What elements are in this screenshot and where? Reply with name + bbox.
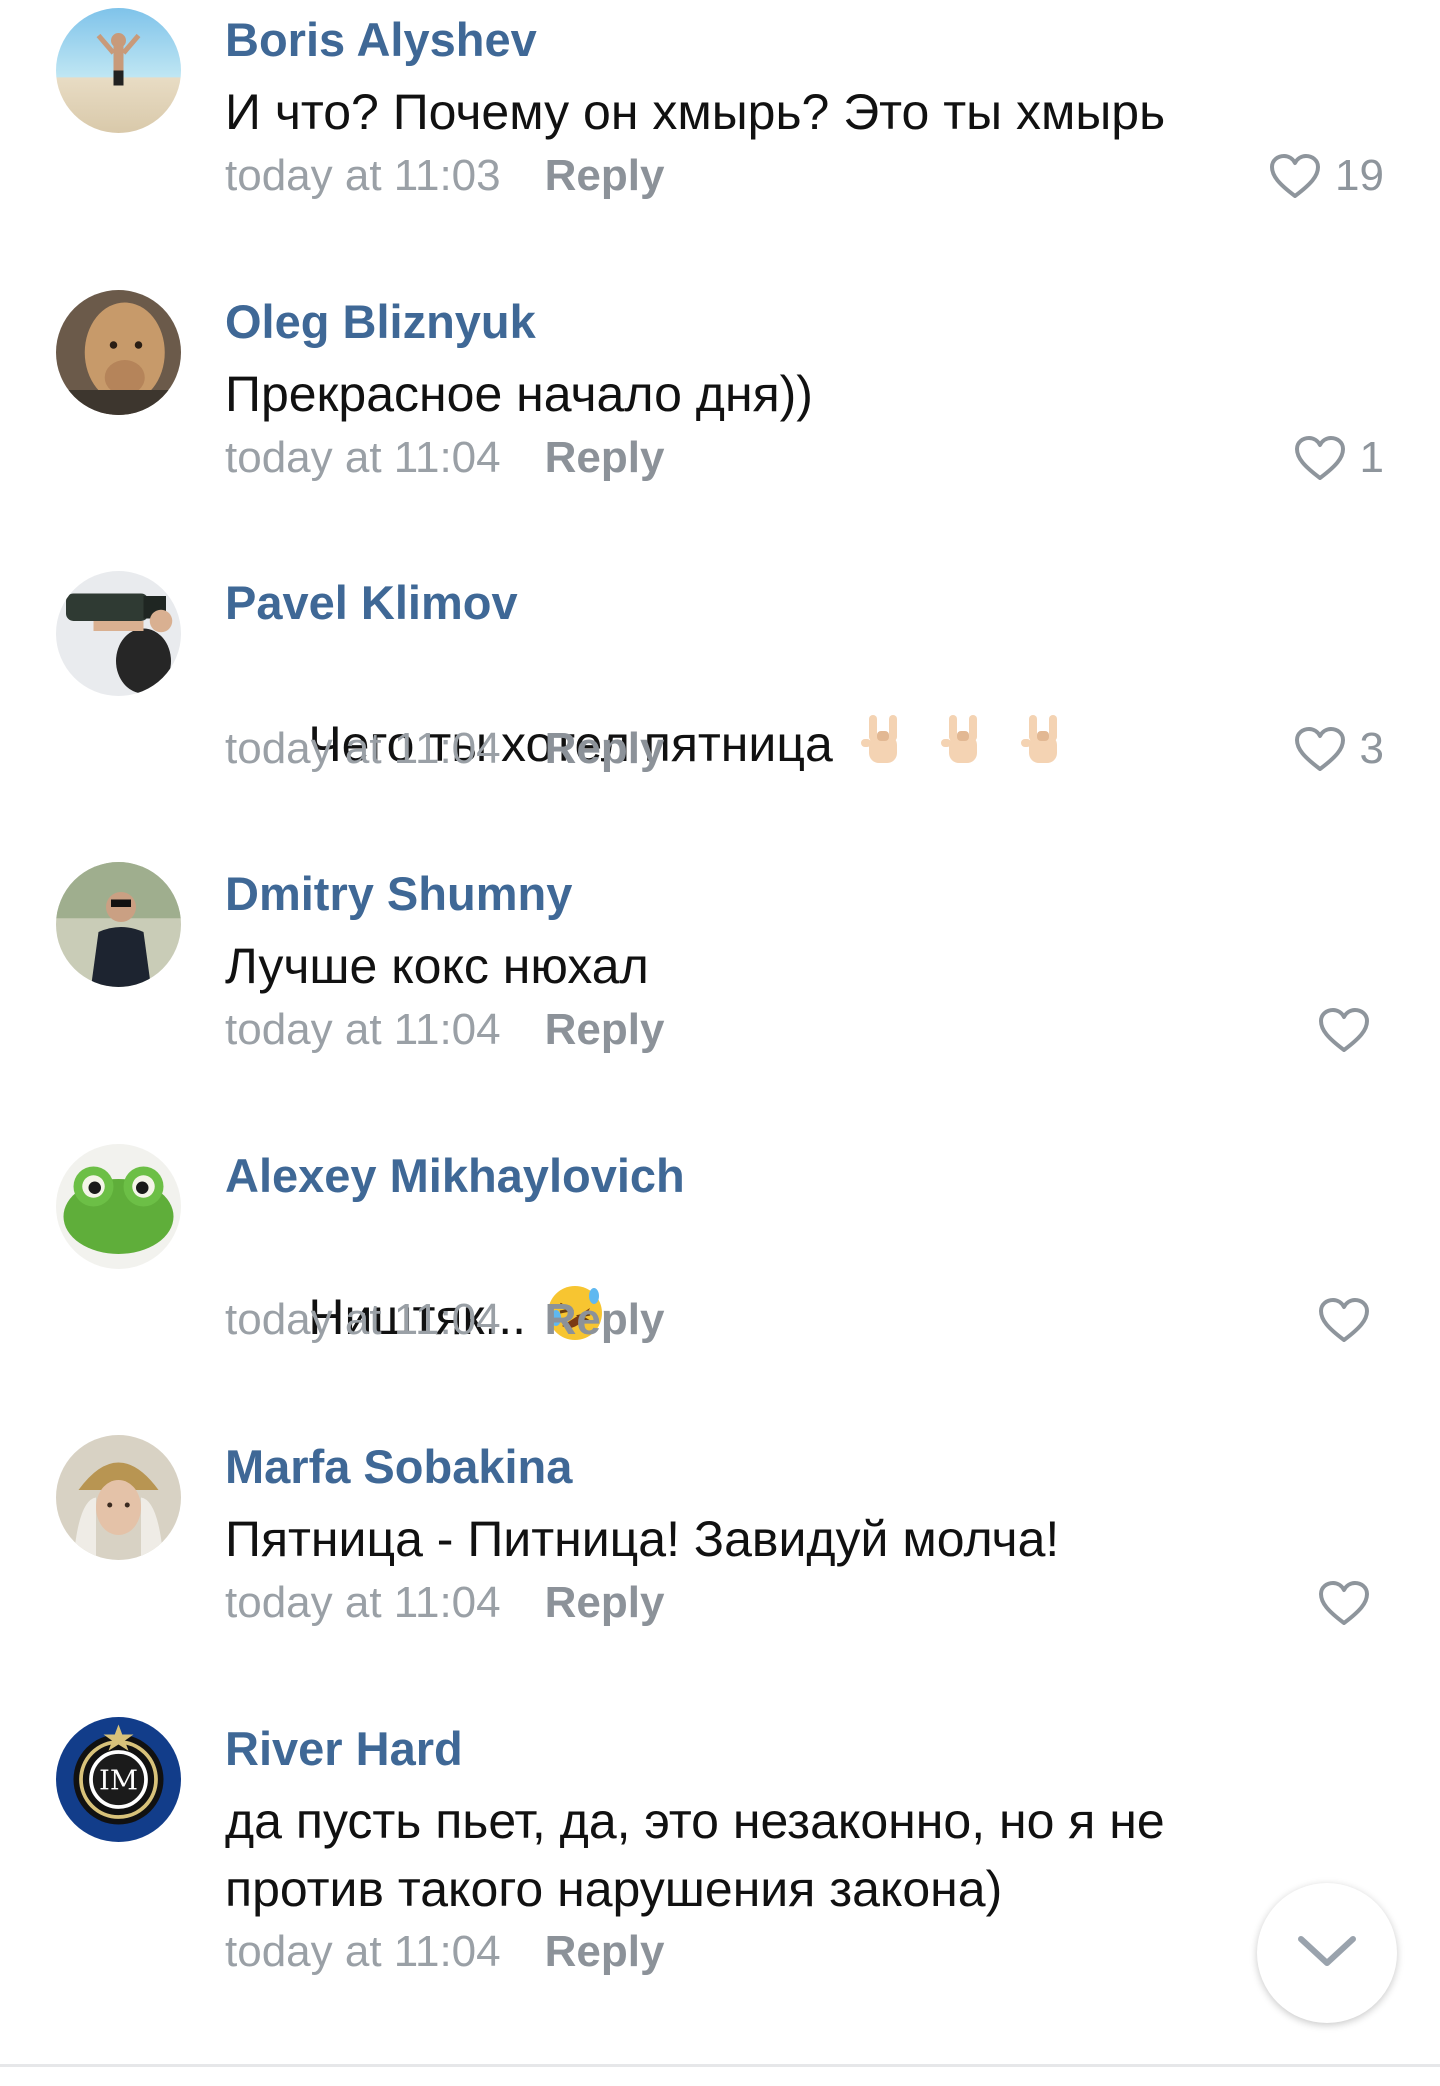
heart-outline-icon <box>1269 153 1321 199</box>
comment-meta: today at 11:04 Reply <box>225 1924 664 1980</box>
reply-button[interactable]: Reply <box>545 721 665 777</box>
like-button[interactable] <box>1318 1575 1384 1631</box>
like-count: 3 <box>1359 724 1384 773</box>
comment-timestamp: today at 11:04 <box>225 1005 501 1054</box>
avatar[interactable] <box>56 862 181 987</box>
heart-outline-icon <box>1294 726 1346 772</box>
rock-hand-emoji-icon <box>931 709 993 771</box>
comment-timestamp: today at 11:04 <box>225 1295 501 1344</box>
avatar[interactable] <box>56 1435 181 1560</box>
rock-hand-emoji-icon <box>851 709 913 771</box>
like-count: 19 <box>1335 151 1384 200</box>
comment-timestamp: today at 11:04 <box>225 433 501 482</box>
comment-text: Пятница - Питница! Завидуй молча! <box>225 1511 1060 1567</box>
comment-text: И что? Почему он хмырь? Это ты хмырь <box>225 84 1166 140</box>
comment-meta: today at 11:04 Reply <box>225 1292 664 1348</box>
rock-hand-emoji-icon <box>1011 709 1073 771</box>
avatar[interactable] <box>56 290 181 415</box>
reply-button[interactable]: Reply <box>545 148 665 204</box>
chevron-down-icon <box>1295 1931 1359 1976</box>
svg-text:IM: IM <box>99 1765 138 1797</box>
scroll-down-button[interactable] <box>1257 1883 1397 2023</box>
comment-meta: today at 11:04 Reply <box>225 430 664 486</box>
author-name[interactable]: River Hard <box>225 1721 463 1777</box>
avatar[interactable] <box>56 8 181 133</box>
like-button[interactable]: 1 <box>1294 430 1384 486</box>
heart-outline-icon <box>1318 1580 1370 1626</box>
author-name[interactable]: Marfa Sobakina <box>225 1439 572 1495</box>
like-count: 1 <box>1359 433 1384 482</box>
author-name[interactable]: Oleg Bliznyuk <box>225 294 536 350</box>
comment-text: Прекрасное начало дня)) <box>225 366 813 422</box>
author-name[interactable]: Dmitry Shumny <box>225 866 572 922</box>
heart-outline-icon <box>1318 1297 1370 1343</box>
comment-meta: today at 11:04 Reply <box>225 1002 664 1058</box>
reply-button[interactable]: Reply <box>545 1292 665 1348</box>
comment-meta: today at 11:04 Reply <box>225 1575 664 1631</box>
avatar[interactable]: IM <box>56 1717 181 1842</box>
comment-timestamp: today at 11:03 <box>225 151 501 200</box>
comment-timestamp: today at 11:04 <box>225 724 501 773</box>
divider <box>0 2064 1440 2067</box>
like-button[interactable]: 19 <box>1269 148 1384 204</box>
heart-outline-icon <box>1294 435 1346 481</box>
comment-meta: today at 11:03 Reply <box>225 148 664 204</box>
reply-button[interactable]: Reply <box>545 1002 665 1058</box>
avatar[interactable] <box>56 571 181 696</box>
author-name[interactable]: Alexey Mikhaylovich <box>225 1148 685 1204</box>
comment-text: Лучше кокс нюхал <box>225 938 649 994</box>
heart-outline-icon <box>1318 1007 1370 1053</box>
comment-timestamp: today at 11:04 <box>225 1578 501 1627</box>
like-button[interactable] <box>1318 1002 1384 1058</box>
reply-button[interactable]: Reply <box>545 1924 665 1980</box>
reply-button[interactable]: Reply <box>545 430 665 486</box>
author-name[interactable]: Pavel Klimov <box>225 575 518 631</box>
author-name[interactable]: Boris Alyshev <box>225 12 537 68</box>
comment-meta: today at 11:04 Reply <box>225 721 664 777</box>
reply-button[interactable]: Reply <box>545 1575 665 1631</box>
like-button[interactable] <box>1318 1292 1384 1348</box>
avatar[interactable] <box>56 1144 181 1269</box>
comment-timestamp: today at 11:04 <box>225 1927 501 1976</box>
comment-text: да пусть пьет, да, это незаконно, но я н… <box>225 1793 1165 1917</box>
like-button[interactable]: 3 <box>1294 721 1384 777</box>
